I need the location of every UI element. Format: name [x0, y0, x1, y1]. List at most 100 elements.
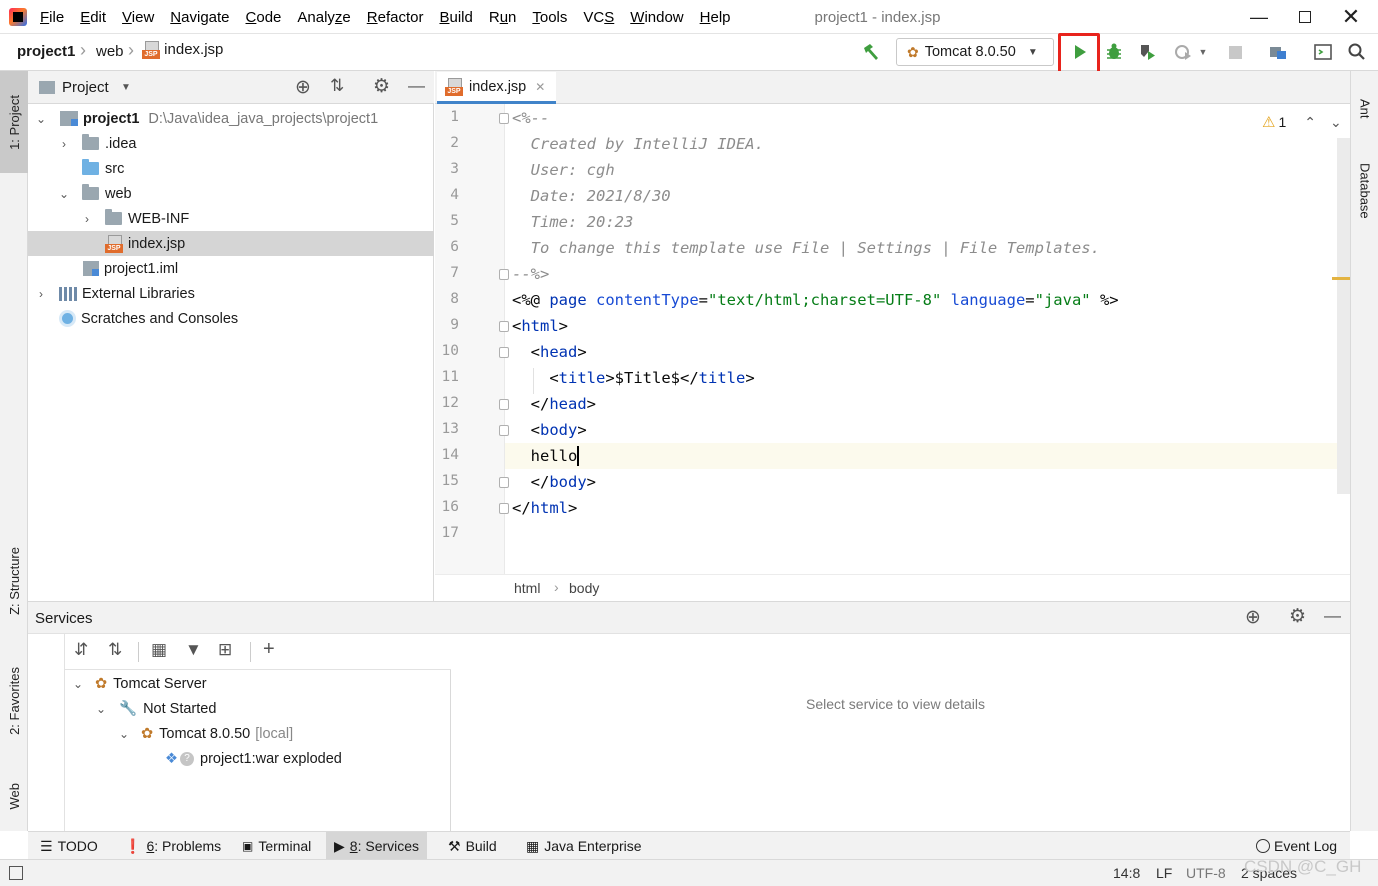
- tool-tab-favorites[interactable]: 2: Favorites: [0, 651, 28, 751]
- line-number: 2: [450, 135, 459, 151]
- menu-file[interactable]: File: [40, 9, 64, 26]
- debug-button[interactable]: [1101, 39, 1127, 65]
- service-tomcat-server[interactable]: ⌄ ✿ Tomcat Server: [65, 671, 451, 696]
- menu-tools[interactable]: Tools: [532, 9, 567, 26]
- collapse-all-icon[interactable]: ⇅: [108, 640, 122, 660]
- tool-tab-build[interactable]: ⚒ Build: [440, 832, 505, 860]
- caret-position[interactable]: 14:8: [1113, 865, 1140, 881]
- run-anything-button[interactable]: [1310, 39, 1336, 65]
- menu-build[interactable]: Build: [439, 9, 472, 26]
- hide-panel-icon[interactable]: —: [1324, 606, 1341, 626]
- chevron-down-icon[interactable]: ⌄: [94, 702, 108, 716]
- breadcrumb-folder[interactable]: web: [96, 43, 124, 60]
- close-icon: ✕: [1341, 4, 1361, 29]
- tree-item-project1[interactable]: ⌄ project1 D:\Java\idea_java_projects\pr…: [28, 106, 434, 131]
- menu-help[interactable]: Help: [700, 9, 731, 26]
- service-tomcat-instance[interactable]: ⌄ ✿ Tomcat 8.0.50 [local]: [65, 721, 451, 746]
- tool-tab-project[interactable]: 1: Project: [0, 71, 28, 173]
- project-panel-title[interactable]: Project: [62, 79, 109, 96]
- maximize-button[interactable]: [1282, 0, 1328, 34]
- tool-tab-problems[interactable]: ❗ 6: Problems: [116, 832, 229, 860]
- tool-tab-ant[interactable]: Ant: [1351, 79, 1378, 139]
- add-service-icon[interactable]: +: [263, 638, 275, 661]
- editor-scrollbar[interactable]: [1337, 138, 1350, 494]
- menu-run[interactable]: Run: [489, 9, 517, 26]
- tree-item-web[interactable]: ⌄ web: [28, 181, 434, 206]
- line-separator[interactable]: LF: [1156, 865, 1172, 881]
- close-window-button[interactable]: ✕: [1328, 0, 1374, 34]
- breadcrumb-separator: ›: [554, 579, 559, 595]
- breadcrumb-file[interactable]: index.jsp: [142, 41, 224, 60]
- stop-button[interactable]: [1222, 39, 1248, 65]
- profile-button[interactable]: [1170, 39, 1196, 65]
- tool-tab-structure[interactable]: Z: Structure: [0, 531, 28, 631]
- menu-vcs[interactable]: VCS: [583, 9, 614, 26]
- run-with-coverage-button[interactable]: [1135, 39, 1161, 65]
- tool-tab-event-log[interactable]: Event Log: [1248, 832, 1345, 860]
- menu-window[interactable]: Window: [630, 9, 683, 26]
- chevron-down-icon[interactable]: ⌄: [117, 727, 131, 741]
- filter-icon[interactable]: ▼: [185, 640, 202, 660]
- breadcrumb-file-label: index.jsp: [164, 41, 224, 58]
- menu-code[interactable]: Code: [246, 9, 282, 26]
- tree-item-project1-iml[interactable]: project1.iml: [28, 256, 434, 281]
- chevron-down-icon: ▼: [1027, 46, 1038, 58]
- gear-icon[interactable]: ⚙: [373, 75, 390, 98]
- menu-navigate[interactable]: Navigate: [170, 9, 229, 26]
- minimize-button[interactable]: —: [1236, 0, 1282, 34]
- chevron-down-icon[interactable]: ▼: [121, 82, 131, 93]
- collapse-all-icon[interactable]: ⇅: [330, 76, 344, 96]
- run-configuration-select[interactable]: ✿ Tomcat 8.0.50 ▼: [896, 38, 1054, 66]
- line-number: 8: [450, 291, 459, 307]
- tool-tab-todo[interactable]: ☰ TODO: [32, 832, 106, 860]
- services-empty-message: Select service to view details: [806, 696, 985, 712]
- locate-icon[interactable]: ⊕: [1245, 606, 1261, 629]
- tree-item-scratches[interactable]: Scratches and Consoles: [28, 306, 434, 331]
- tree-item-path: D:\Java\idea_java_projects\project1: [148, 110, 379, 127]
- tool-tab-terminal[interactable]: ▣ Terminal: [234, 832, 319, 860]
- project-structure-button[interactable]: [1265, 39, 1291, 65]
- tree-item-idea[interactable]: › .idea: [28, 131, 434, 156]
- menu-mnemonic: W: [630, 8, 645, 26]
- build-hammer-button[interactable]: [858, 39, 884, 65]
- editor-breadcrumb-html[interactable]: html: [514, 580, 540, 596]
- gear-icon[interactable]: ⚙: [1289, 605, 1306, 628]
- tree-item-web-inf[interactable]: › WEB-INF: [28, 206, 434, 231]
- tree-item-external-libraries[interactable]: › External Libraries: [28, 281, 434, 306]
- tool-tab-database[interactable]: Database: [1351, 146, 1378, 236]
- chevron-right-icon[interactable]: ›: [57, 137, 71, 151]
- hide-panel-icon[interactable]: —: [408, 76, 425, 96]
- file-encoding[interactable]: UTF-8: [1186, 865, 1226, 881]
- tool-windows-toggle-icon[interactable]: [9, 866, 23, 880]
- menu-refactor[interactable]: Refactor: [367, 9, 424, 26]
- menu-view[interactable]: View: [122, 9, 154, 26]
- new-tab-icon[interactable]: ⊞: [218, 640, 232, 660]
- locate-file-icon[interactable]: ⊕: [295, 76, 311, 99]
- chevron-right-icon[interactable]: ›: [34, 287, 48, 301]
- service-not-started[interactable]: ⌄ 🔧 Not Started: [65, 696, 451, 721]
- code-line: Time: 20:23: [512, 213, 634, 231]
- editor-tab-index-jsp[interactable]: index.jsp ✕: [437, 72, 556, 104]
- search-everywhere-button[interactable]: [1344, 39, 1370, 65]
- tool-tab-services[interactable]: ▶ 8: Services: [326, 832, 428, 860]
- tool-tab-web[interactable]: Web: [0, 766, 28, 826]
- menu-edit[interactable]: Edit: [80, 9, 106, 26]
- chevron-down-icon[interactable]: ⌄: [34, 112, 48, 126]
- line-number: 3: [450, 161, 459, 177]
- line-number: 4: [450, 187, 459, 203]
- editor-breadcrumb-body[interactable]: body: [569, 580, 599, 596]
- service-artifact[interactable]: ❖ ? project1:war exploded: [65, 746, 451, 771]
- more-run-options-button[interactable]: ▼: [1194, 39, 1212, 65]
- expand-all-icon[interactable]: ⇵: [74, 640, 88, 660]
- tree-item-index-jsp[interactable]: index.jsp: [28, 231, 434, 256]
- tree-item-src[interactable]: src: [28, 156, 434, 181]
- chevron-right-icon[interactable]: ›: [80, 212, 94, 226]
- breadcrumb-project[interactable]: project1: [17, 43, 75, 60]
- chevron-down-icon[interactable]: ⌄: [71, 677, 85, 691]
- code-lines: <%-- Created by IntelliJ IDEA. User: cgh…: [505, 104, 1337, 574]
- tool-tab-java-enterprise[interactable]: ▦ Java Enterprise: [518, 832, 650, 860]
- group-by-icon[interactable]: ▦: [151, 640, 167, 660]
- close-tab-icon[interactable]: ✕: [535, 80, 545, 94]
- chevron-down-icon[interactable]: ⌄: [57, 187, 71, 201]
- menu-analyze[interactable]: Analyze: [297, 9, 350, 26]
